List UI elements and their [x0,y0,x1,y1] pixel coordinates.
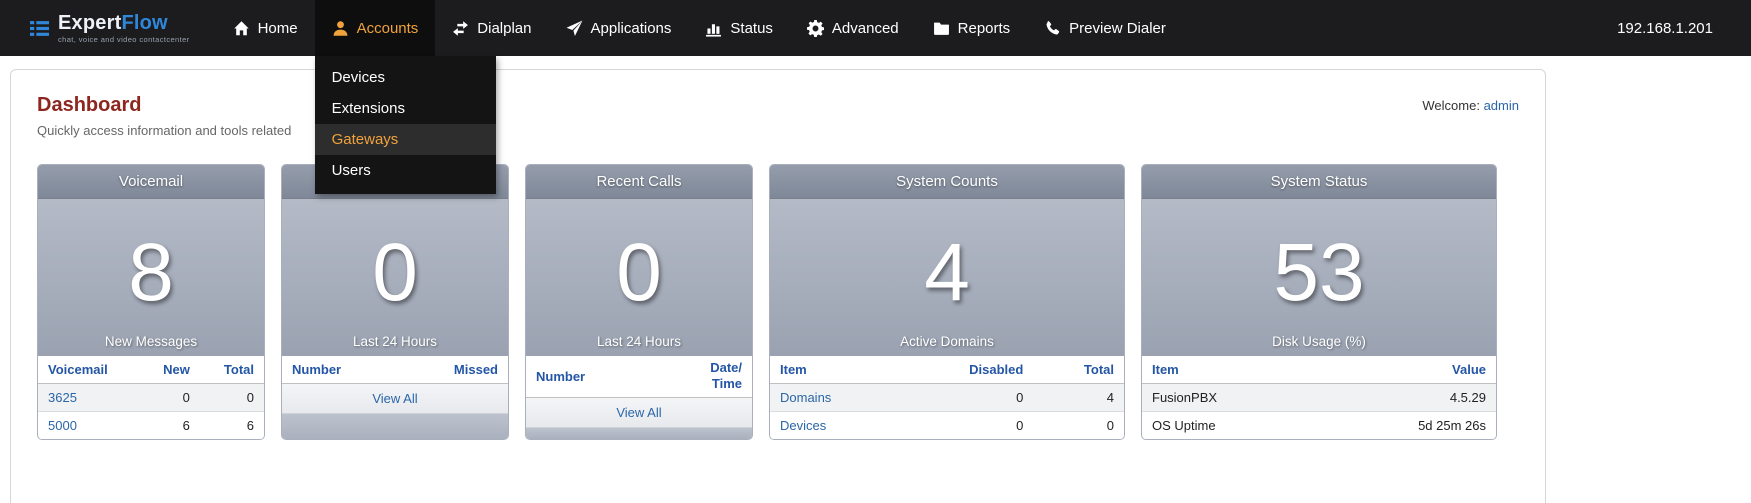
card-system-status: System Status 53 Disk Usage (%) Item Val… [1141,164,1497,440]
nav-applications[interactable]: Applications [549,0,689,56]
bar-chart-icon [705,20,722,37]
brand-icon [30,19,49,38]
voicemail-box-link[interactable]: 5000 [48,418,77,433]
nav-reports[interactable]: Reports [916,0,1028,56]
system-counts-caption: Active Domains [770,334,1124,349]
dropdown-item-extensions[interactable]: Extensions [315,93,496,124]
system-counts-count: 4 [924,232,970,324]
card-recent-calls: Recent Calls 0 Last 24 Hours Number Date… [525,164,753,440]
card-system-counts-title: System Counts [770,165,1124,199]
welcome-text: Welcome: admin [1422,94,1519,113]
table-header-row: Number Missed [282,356,508,384]
card-filler [526,428,752,440]
dropdown-item-devices[interactable]: Devices [315,62,496,93]
brand-name-secondary: Flow [121,12,167,34]
table-row: FusionPBX 4.5.29 [1142,384,1496,412]
exchange-arrows-icon [452,20,469,37]
recent-calls-view-all-link[interactable]: View All [616,405,661,420]
dashboard-cards: Voicemail 8 New Messages Voicemail New T… [37,164,1519,440]
brand-name-primary: Expert [58,12,121,34]
card-recent-calls-title: Recent Calls [526,165,752,199]
table-row: Domains 0 4 [770,384,1124,412]
table-row: OS Uptime 5d 25m 26s [1142,412,1496,440]
welcome-user-link[interactable]: admin [1484,98,1519,113]
card-system-counts: System Counts 4 Active Domains Item Disa… [769,164,1125,440]
nav-accounts[interactable]: Accounts Devices Extensions Gateways Use… [315,0,436,56]
table-header-row: Voicemail New Total [38,356,264,384]
phone-icon [1044,20,1061,37]
recent-calls-caption: Last 24 Hours [526,334,752,349]
nav-dialplan[interactable]: Dialplan [435,0,548,56]
nav-advanced[interactable]: Advanced [790,0,916,56]
send-icon [566,20,583,37]
nav-preview-dialer[interactable]: Preview Dialer [1027,0,1183,56]
card-system-status-title: System Status [1142,165,1496,199]
page-title: Dashboard [37,94,291,117]
system-counts-devices-link[interactable]: Devices [780,418,826,433]
nav-status[interactable]: Status [688,0,790,56]
voicemail-box-link[interactable]: 3625 [48,390,77,405]
system-status-caption: Disk Usage (%) [1142,334,1496,349]
table-row: Devices 0 0 [770,412,1124,440]
accounts-dropdown: Devices Extensions Gateways Users [315,56,496,194]
missed-calls-view-all-link[interactable]: View All [372,391,417,406]
system-counts-domains-link[interactable]: Domains [780,390,831,405]
folder-icon [933,20,950,37]
content-panel: Dashboard Quickly access information and… [10,69,1546,503]
card-voicemail-title: Voicemail [38,165,264,199]
system-status-count: 53 [1273,232,1364,324]
dropdown-item-gateways[interactable]: Gateways [315,124,496,155]
missed-calls-caption: Last 24 Hours [282,334,508,349]
card-filler [282,414,508,439]
top-navbar: ExpertFlow chat, voice and video contact… [0,0,1751,56]
voicemail-caption: New Messages [38,334,264,349]
brand-tagline: chat, voice and video contactcenter [58,35,190,44]
card-voicemail: Voicemail 8 New Messages Voicemail New T… [37,164,265,440]
table-header-row: Number Date/ Time [526,356,752,397]
dropdown-item-users[interactable]: Users [315,155,496,186]
server-ip: 192.168.1.201 [1617,20,1713,37]
voicemail-count: 8 [128,232,174,324]
nav-home[interactable]: Home [216,0,315,56]
table-row: 3625 0 0 [38,384,264,412]
card-missed-calls: Missed Calls 0 Last 24 Hours Number Miss… [281,164,509,440]
table-header-row: Item Disabled Total [770,356,1124,384]
missed-calls-count: 0 [372,232,418,324]
table-header-row: Item Value [1142,356,1496,384]
page-subtitle: Quickly access information and tools rel… [37,123,291,138]
brand-logo[interactable]: ExpertFlow chat, voice and video contact… [0,0,216,56]
user-icon [332,20,349,37]
table-row: 5000 6 6 [38,412,264,440]
recent-calls-count: 0 [616,232,662,324]
gear-icon [807,20,824,37]
main-nav: Home Accounts Devices Extensions Gateway… [216,0,1183,56]
home-icon [233,20,250,37]
